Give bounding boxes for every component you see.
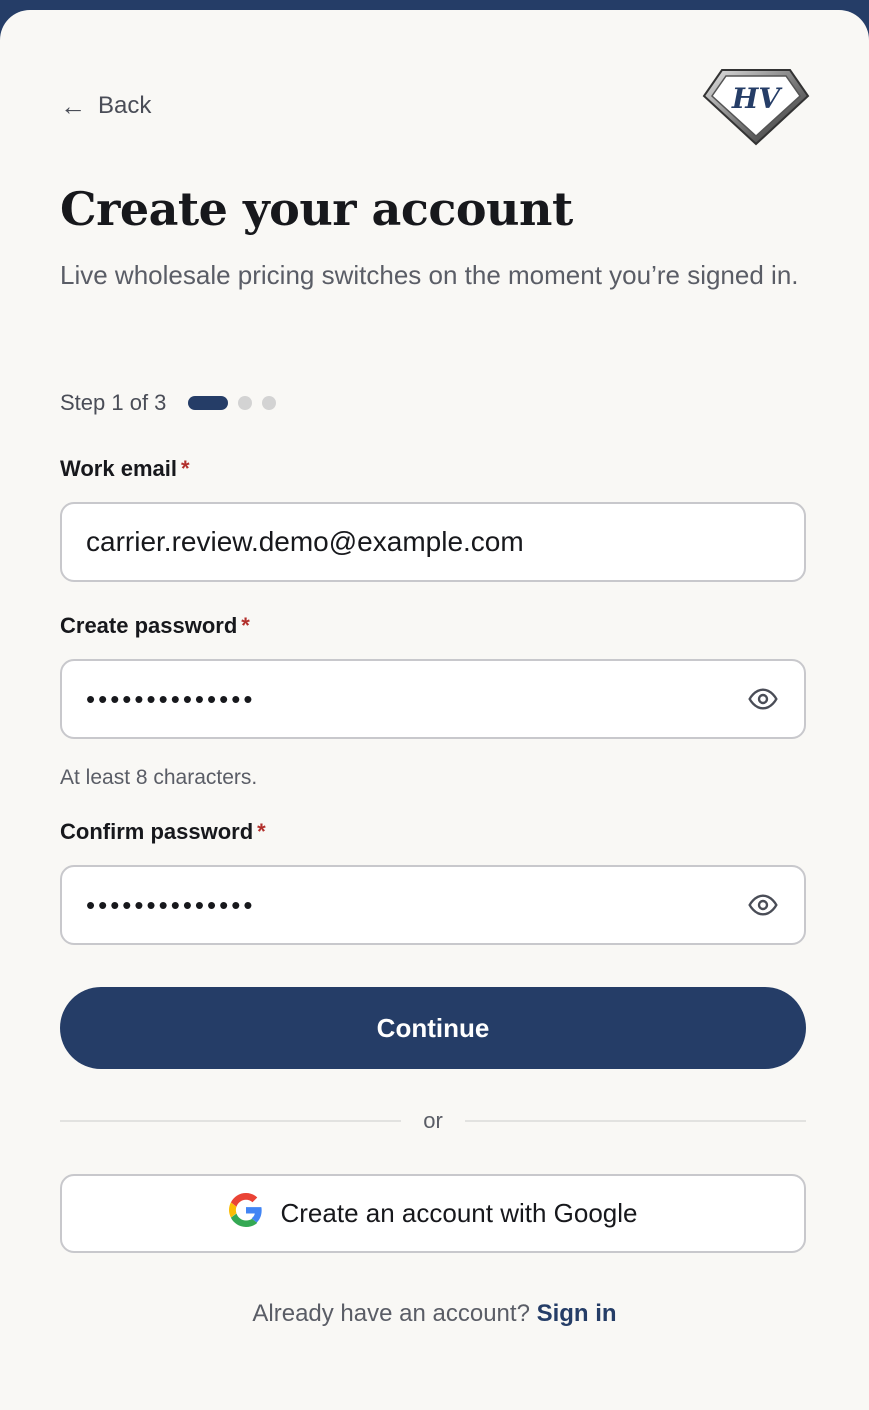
continue-button[interactable]: Continue: [60, 987, 806, 1069]
google-icon: [228, 1193, 263, 1234]
password-label-text: Create password: [60, 613, 238, 638]
email-value: carrier.review.demo@example.com: [86, 526, 524, 557]
email-input[interactable]: carrier.review.demo@example.com: [60, 502, 806, 582]
page-title: Create your account: [60, 182, 573, 236]
confirm-password-input[interactable]: ••••••••••••••: [60, 865, 806, 945]
left-arrow-icon: ←: [60, 91, 86, 121]
confirm-password-label: Confirm password *: [60, 819, 266, 845]
divider-line: [60, 1120, 402, 1122]
confirm-password-value: ••••••••••••••: [86, 889, 256, 920]
password-hint: At least 8 characters.: [60, 766, 258, 789]
password-input[interactable]: ••••••••••••••: [60, 659, 806, 739]
password-value: ••••••••••••••: [86, 683, 256, 714]
step-text: Step 1 of 3: [60, 390, 167, 415]
required-mark: *: [257, 819, 266, 844]
step-dot: [262, 396, 277, 410]
signup-card: ← Back HV Create your account Live whole…: [0, 10, 869, 1410]
required-mark: *: [180, 456, 190, 481]
diamond-logo-icon: HV: [700, 66, 810, 146]
logo-text: HV: [731, 82, 783, 115]
email-label-text: Work email: [60, 456, 177, 481]
back-label: Back: [98, 92, 152, 119]
eye-icon[interactable]: [746, 888, 780, 922]
divider-text: or: [423, 1108, 443, 1133]
divider-line: [464, 1120, 806, 1122]
step-dots: [188, 396, 277, 410]
email-label: Work email *: [60, 456, 190, 482]
password-label: Create password *: [60, 613, 250, 639]
step-dot-active: [188, 396, 229, 410]
required-mark: *: [241, 613, 250, 638]
eye-icon[interactable]: [746, 682, 780, 716]
signin-link[interactable]: Sign in: [537, 1300, 617, 1327]
page-subtitle: Live wholesale pricing switches on the m…: [60, 260, 799, 290]
step-indicator: Step 1 of 3: [60, 390, 277, 416]
confirm-label-text: Confirm password: [60, 819, 254, 844]
google-signup-button[interactable]: Create an account with Google: [60, 1174, 806, 1253]
signin-prompt-text: Already have an account?: [252, 1300, 530, 1327]
signin-prompt: Already have an account? Sign in: [0, 1300, 869, 1328]
back-link[interactable]: ← Back: [60, 92, 151, 120]
google-button-label: Create an account with Google: [280, 1198, 638, 1228]
or-divider: or: [60, 1106, 806, 1136]
step-dot: [238, 396, 253, 410]
